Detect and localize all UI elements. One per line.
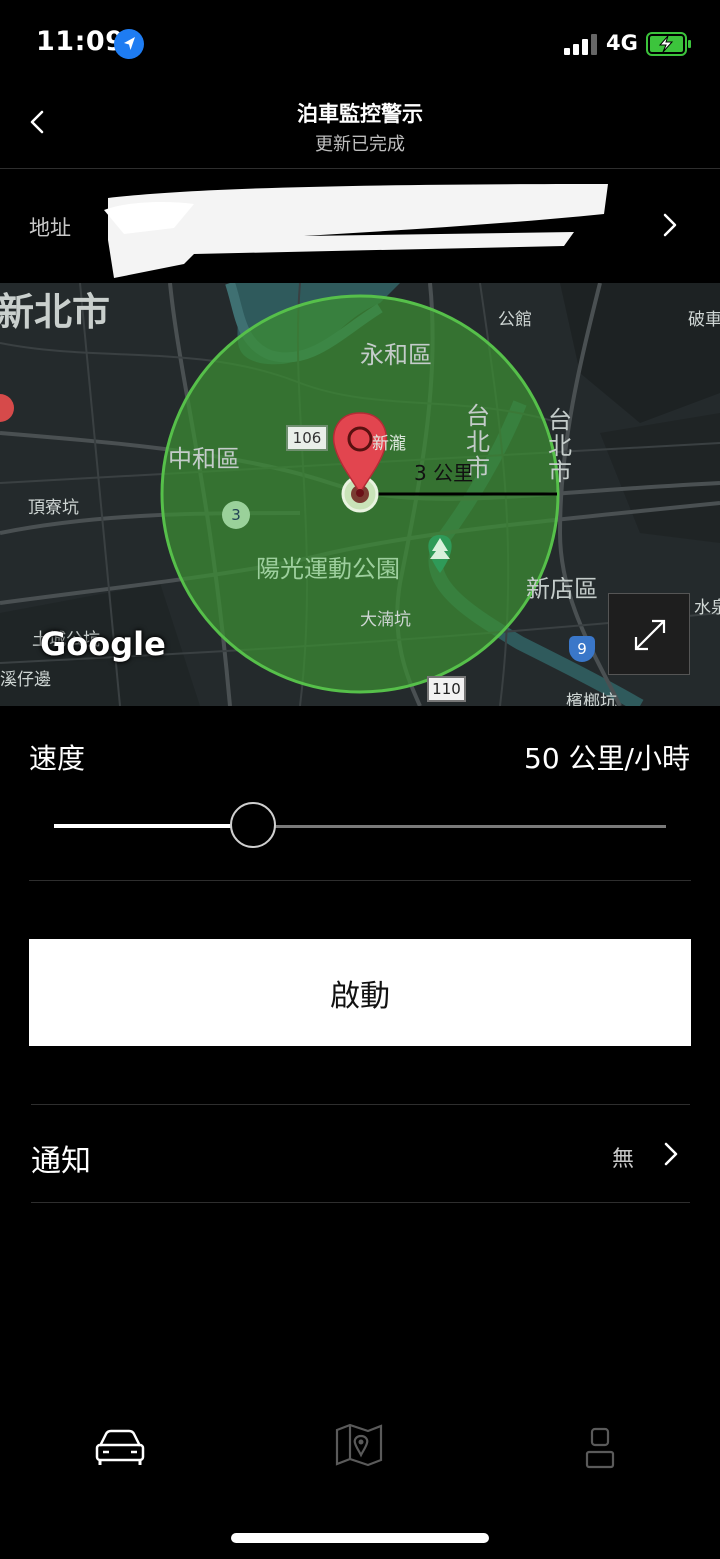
speed-slider[interactable] (54, 802, 666, 850)
road-badge-106: 106 (286, 425, 328, 451)
speed-value: 50 公里/小時 (524, 742, 690, 775)
map-label-guanglang: 新瀧 (372, 434, 406, 454)
status-time: 11:09 (36, 26, 125, 57)
battery-charging-icon (646, 32, 692, 56)
road-badge-9: 9 (569, 636, 595, 662)
notification-label: 通知 (31, 1144, 91, 1179)
profile-icon (585, 1427, 615, 1469)
speed-label: 速度 (29, 742, 86, 775)
home-indicator[interactable] (231, 1533, 489, 1543)
notification-chevron-icon (656, 1137, 686, 1171)
slider-thumb[interactable] (230, 802, 276, 848)
map-label-yonghe: 永和區 (360, 341, 432, 369)
expand-arrows-icon (634, 619, 666, 651)
map-label-taipei-vertical-2: 台北市 (548, 406, 572, 486)
page-subtitle: 更新已完成 (315, 134, 405, 155)
start-button-label: 啟動 (330, 978, 390, 1014)
google-logo: Google (40, 625, 166, 663)
map-view[interactable]: 新北市 永和區 中和區 公館 破車 頂寮坑 陽光運動公園 新店區 大湳坑 溪仔邊… (0, 283, 720, 706)
network-type: 4G (606, 31, 638, 55)
tab-map[interactable] (335, 1422, 383, 1468)
map-label-new-taipei: 新北市 (0, 290, 111, 334)
map-label-po: 破車 (688, 310, 720, 330)
notification-value: 無 (612, 1147, 635, 1172)
road-badge-110: 110 (427, 676, 466, 702)
map-label-sunshine-park: 陽光運動公園 (256, 555, 400, 583)
map-label-xindian: 新店區 (526, 575, 598, 603)
address-chevron-icon (655, 208, 685, 242)
map-label-shuiquan: 水泉 (694, 598, 720, 618)
geofence-radius-label: 3 公里 (414, 461, 474, 485)
slider-fill (54, 824, 253, 828)
signal-bars-icon (563, 33, 599, 55)
map-label-xiziping: 溪仔邊 (0, 670, 51, 690)
car-icon (95, 1429, 145, 1465)
map-label-dadikeng: 大湳坑 (360, 610, 411, 630)
notification-row[interactable] (31, 1105, 690, 1202)
map-expand-button[interactable] (608, 593, 690, 675)
address-redaction (104, 180, 612, 280)
road-badge-3: 3 (222, 501, 250, 529)
start-button[interactable]: 啟動 (29, 939, 691, 1046)
tab-car[interactable] (94, 1424, 146, 1468)
location-arrow-icon (114, 29, 144, 59)
tab-profile[interactable] (584, 1426, 616, 1470)
map-label-gongguan: 公館 (498, 310, 532, 330)
address-label: 地址 (29, 216, 71, 240)
page-title: 泊車監控警示 (297, 102, 423, 126)
map-label-zhonghe: 中和區 (168, 445, 240, 473)
map-label-binlangkeng: 檳榔坑 (566, 692, 617, 706)
speed-divider (29, 880, 691, 881)
notify-bottom-divider (31, 1202, 690, 1203)
map-label-dingliao: 頂寮坑 (28, 498, 79, 518)
map-pin-icon (335, 1423, 383, 1467)
